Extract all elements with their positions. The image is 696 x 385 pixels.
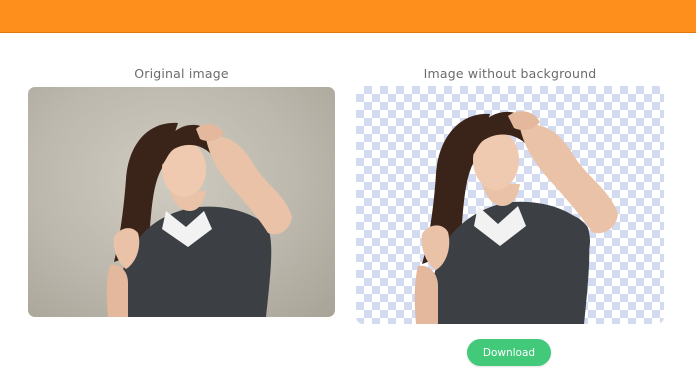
original-image-caption: Original image <box>134 66 229 81</box>
person-photo-original <box>106 122 292 317</box>
top-header-bar <box>0 0 696 33</box>
download-button[interactable]: Download <box>467 339 551 366</box>
result-image <box>356 86 664 324</box>
original-image <box>28 87 335 317</box>
result-image-caption: Image without background <box>423 66 597 81</box>
person-cutout <box>414 111 618 324</box>
